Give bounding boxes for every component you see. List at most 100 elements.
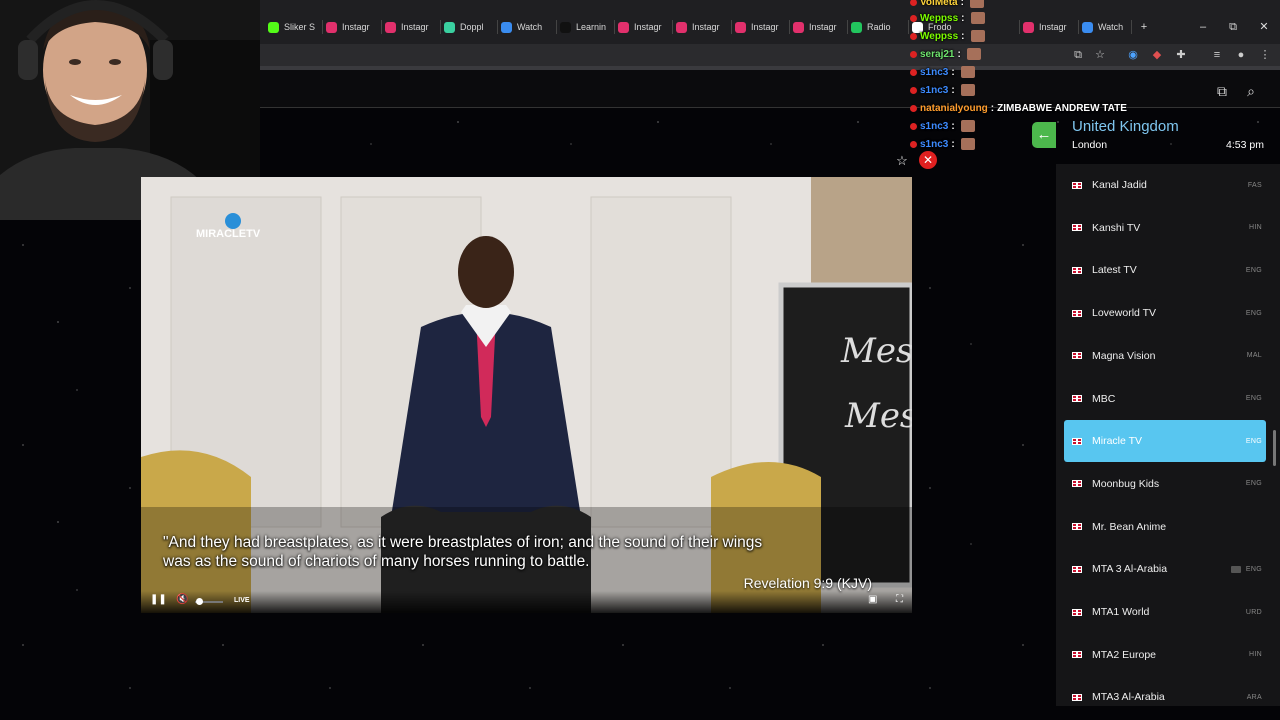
city-name: London (1072, 139, 1108, 151)
uk-flag-icon (1072, 651, 1082, 659)
channel-item[interactable]: MTA 3 Al-Arabia ENG (1064, 548, 1266, 590)
channel-name: Magna Vision (1092, 349, 1156, 362)
tab-label: Doppl (460, 22, 484, 32)
window-close-button[interactable]: ✕ (1253, 16, 1275, 38)
channel-name: MTA1 World (1092, 606, 1150, 618)
channel-item[interactable]: MTA3 Al-Arabia ARA (1064, 676, 1266, 706)
chat-message: seraj21: (910, 46, 981, 62)
channel-item[interactable]: MTA1 World URD (1064, 591, 1266, 633)
chat-username: s1nc3 (920, 84, 949, 96)
sidebar-scrollbar[interactable] (1273, 430, 1276, 466)
channel-name: MTA2 Europe (1092, 648, 1156, 661)
tab-favicon-icon (560, 21, 571, 33)
channel-item[interactable]: Kanal Jadid FAS (1064, 164, 1266, 206)
channel-item[interactable]: Loveworld TV ENG (1064, 292, 1266, 334)
browser-tab[interactable]: Instagr (1023, 16, 1079, 38)
channel-list[interactable]: Kanal Jadid FAS Kanshi TV HIN Latest TV ENG Lo… (1056, 164, 1280, 706)
chat-username: Weppss (920, 12, 959, 24)
browser-tab[interactable]: Instagr (676, 16, 732, 38)
chat-username: s1nc3 (920, 120, 949, 132)
pip-icon[interactable]: ▣ (868, 594, 877, 605)
channel-name: Kanshi TV (1092, 221, 1141, 234)
channel-language: ENG (1245, 437, 1262, 445)
tab-favicon-icon (851, 21, 862, 33)
live-indicator: LIVE (234, 597, 250, 604)
browser-tab[interactable]: Instagr (618, 16, 673, 38)
uk-flag-icon (1072, 266, 1082, 274)
browser-tab[interactable]: Instagr (385, 16, 441, 38)
tab-label: Sliker S (284, 22, 316, 32)
install-app-icon[interactable]: ⧉ (1069, 46, 1087, 64)
profile-avatar[interactable]: ● (1232, 46, 1250, 64)
channel-language: ENG (1245, 395, 1262, 402)
browser-tab[interactable]: Learnin (560, 16, 615, 38)
favorite-star-button[interactable]: ☆ (893, 152, 911, 170)
browser-tab[interactable]: Instagr (735, 16, 790, 38)
browser-tab[interactable]: Watch (1082, 16, 1132, 38)
tab-favicon-icon (1023, 21, 1034, 33)
browser-tab[interactable]: Instagr (793, 16, 848, 38)
channel-item[interactable]: Miracle TV ENG (1064, 420, 1266, 463)
channel-item[interactable]: MBC ENG (1064, 378, 1266, 420)
browser-tab[interactable]: Sliker S (268, 16, 323, 38)
back-arrow-button[interactable]: ← (1032, 122, 1056, 148)
channel-language: HIN (1249, 224, 1262, 232)
minimize-button[interactable]: – (1192, 16, 1214, 38)
board-text-1: Messi (840, 331, 912, 371)
channel-item[interactable]: Moonbug Kids ENG (1064, 463, 1266, 505)
subtitle-text: "And they had breastplates, as it were b… (163, 533, 883, 571)
browser-tab[interactable]: Watch (501, 16, 557, 38)
channel-item[interactable]: Latest TV ENG (1064, 249, 1266, 291)
search-icon[interactable]: ⌕ (1242, 82, 1260, 100)
new-tab-button[interactable]: + (1133, 16, 1155, 38)
channel-name: Mr. Bean Anime (1092, 520, 1167, 533)
close-player-button[interactable]: ✕ (919, 151, 937, 169)
chat-emote-icon (969, 0, 984, 8)
fullscreen-icon[interactable]: ⛶ (896, 594, 903, 605)
browser-tab[interactable]: Radio (851, 16, 909, 38)
video-player[interactable]: Messi Mess MIRACLETV "And they had breas… (141, 177, 912, 613)
uk-flag-icon (1072, 352, 1082, 360)
chat-badge-icon (910, 86, 917, 94)
chat-message: s1nc3: (910, 136, 975, 152)
chat-badge-icon (910, 140, 917, 148)
chat-badge-icon (910, 104, 917, 112)
extension-icon[interactable]: ◉ (1124, 46, 1142, 64)
menu-kebab-icon[interactable]: ⋮ (1256, 46, 1274, 64)
chat-emote-icon (970, 30, 985, 42)
chat-username: natanialyoung (920, 102, 988, 114)
uk-flag-icon (1072, 224, 1082, 232)
chat-message: VolMeta: (910, 0, 984, 10)
channel-language: ENG (1245, 480, 1262, 488)
puzzle-extensions-icon[interactable]: ✚ (1172, 46, 1190, 64)
shield-extension-icon[interactable]: ◆ (1148, 46, 1166, 64)
browser-tab[interactable]: Instagr (326, 16, 382, 38)
chat-message: Weppss: (910, 10, 985, 26)
tab-favicon-icon (618, 21, 629, 33)
channel-item[interactable]: Kanshi TV HIN (1064, 207, 1266, 249)
mute-icon[interactable]: 🔇 (176, 594, 188, 605)
cast-icon[interactable]: ⧉ (1213, 82, 1231, 100)
chat-emote-icon (966, 48, 981, 60)
channel-language: URD (1245, 608, 1262, 616)
reading-list-icon[interactable]: ≡ (1208, 46, 1226, 64)
volume-knob[interactable] (195, 598, 203, 605)
channel-item[interactable]: Mr. Bean Anime (1064, 506, 1266, 548)
channel-name: MTA 3 Al-Arabia (1092, 563, 1168, 576)
bookmark-star-icon[interactable]: ☆ (1091, 46, 1109, 64)
channel-name: Kanal Jadid (1092, 179, 1147, 191)
restore-button[interactable]: ⧉ (1222, 16, 1244, 38)
pause-icon[interactable]: ❚❚ (150, 594, 167, 605)
chat-username: seraj21 (920, 48, 955, 60)
player-controls: ❚❚ 🔇 LIVE ▣ ⛶ (141, 591, 912, 613)
chat-emote-icon (960, 138, 975, 150)
channel-name: Miracle TV (1092, 435, 1142, 448)
channel-name: MTA3 Al-Arabia (1092, 691, 1165, 704)
channel-name: Moonbug Kids (1092, 477, 1160, 490)
channel-item[interactable]: Magna Vision MAL (1064, 335, 1266, 377)
tab-label: Instagr (634, 22, 662, 32)
uk-flag-icon (1072, 565, 1082, 573)
chat-message: Weppss: (910, 28, 985, 44)
browser-tab[interactable]: Doppl (444, 16, 498, 38)
channel-item[interactable]: MTA2 Europe HIN (1064, 634, 1266, 676)
